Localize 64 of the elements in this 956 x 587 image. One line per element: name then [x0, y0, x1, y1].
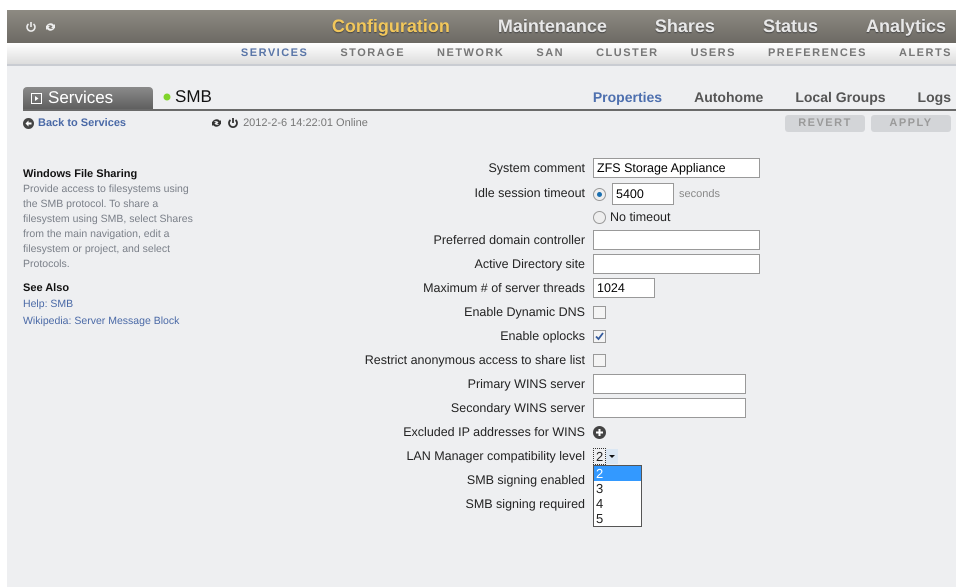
service-title: SMB [175, 86, 212, 108]
dropdown-option[interactable]: 3 [594, 481, 641, 496]
field-label: Primary WINS server [466, 376, 585, 393]
field-label: System comment [487, 160, 585, 177]
play-icon [31, 92, 42, 104]
text-field[interactable] [593, 254, 760, 274]
field-label: LAN Manager compatibility level [405, 448, 585, 465]
text-field[interactable] [593, 230, 760, 250]
sub-nav-tab[interactable]: PREFERENCES [768, 45, 867, 62]
caret-icon [606, 448, 618, 464]
radio-button[interactable] [593, 188, 606, 200]
text-field[interactable] [593, 398, 746, 418]
sub-nav-tab[interactable]: USERS [690, 45, 736, 62]
sub-nav-tab[interactable]: SAN [536, 45, 564, 62]
help-text: Provide access to filesystems using the SMB protocol. To share a filesystem using SMB, select Shares from the main navigation, edit a filesystem or project, and select Protocols. [23, 182, 194, 272]
dropdown-option[interactable]: 2 [594, 466, 641, 481]
unit-label: seconds [679, 186, 720, 202]
page-tab[interactable]: Logs [918, 87, 951, 109]
text-field[interactable] [593, 374, 746, 394]
text-field[interactable]: 1024 [593, 278, 655, 298]
main-nav-tab[interactable]: Status [714, 13, 818, 40]
field-label: Enable Dynamic DNS [463, 304, 585, 321]
main-nav-tab[interactable]: Maintenance [450, 13, 607, 40]
field-label: Excluded IP addresses for WINS [402, 424, 585, 441]
main-nav-tab[interactable]: Shares [606, 13, 715, 40]
sub-nav-tab[interactable]: CLUSTER [596, 45, 659, 62]
field-label: Preferred domain controller [432, 232, 585, 249]
refresh-icon[interactable] [210, 117, 224, 129]
checkbox[interactable] [593, 330, 606, 342]
back-link[interactable]: Back to Services [23, 114, 126, 132]
sub-nav-tab[interactable]: SERVICES [240, 45, 308, 62]
field-label: Restrict anonymous access to share list [364, 352, 585, 369]
help-title: Windows File Sharing [23, 168, 138, 182]
field-label: SMB signing required [464, 496, 585, 513]
radio-button[interactable] [593, 210, 606, 224]
see-also-title: See Also [23, 282, 70, 296]
sub-nav-tab[interactable]: ALERTS [899, 45, 952, 62]
field-label: Idle session timeout [474, 185, 585, 202]
help-link[interactable]: Wikipedia: Server Message Block [23, 313, 180, 330]
checkbox[interactable] [593, 354, 606, 366]
page-tab[interactable]: Properties [592, 87, 662, 109]
field-label: SMB signing enabled [466, 472, 585, 489]
sub-nav-tab[interactable]: STORAGE [340, 45, 406, 62]
power-icon[interactable] [227, 117, 240, 129]
page-tab[interactable]: Autohome [694, 87, 764, 109]
checkbox[interactable] [593, 306, 606, 318]
text-field[interactable]: ZFS Storage Appliance [593, 158, 760, 178]
add-icon[interactable] [593, 426, 606, 438]
status-text: 2012-2-6 14:22:01 Online [243, 116, 368, 131]
page-tab[interactable]: Local Groups [795, 87, 886, 109]
radio-label: No timeout [610, 208, 670, 226]
help-link[interactable]: Help: SMB [23, 296, 74, 314]
dropdown-option[interactable]: 5 [594, 511, 641, 526]
field-label: Active Directory site [474, 256, 585, 273]
back-arrow-icon [23, 118, 34, 128]
services-tab[interactable]: Services [23, 87, 153, 109]
field-label: Secondary WINS server [450, 400, 585, 417]
field-label: Enable oplocks [499, 328, 585, 345]
main-nav-tab[interactable]: Analytics [818, 13, 946, 40]
sub-nav-tab[interactable]: NETWORK [437, 45, 504, 62]
text-field[interactable]: 5400 [612, 183, 674, 205]
main-nav-tab[interactable]: Configuration [284, 13, 450, 40]
field-label: Maximum # of server threads [422, 280, 585, 297]
dropdown-option[interactable]: 4 [594, 496, 641, 511]
